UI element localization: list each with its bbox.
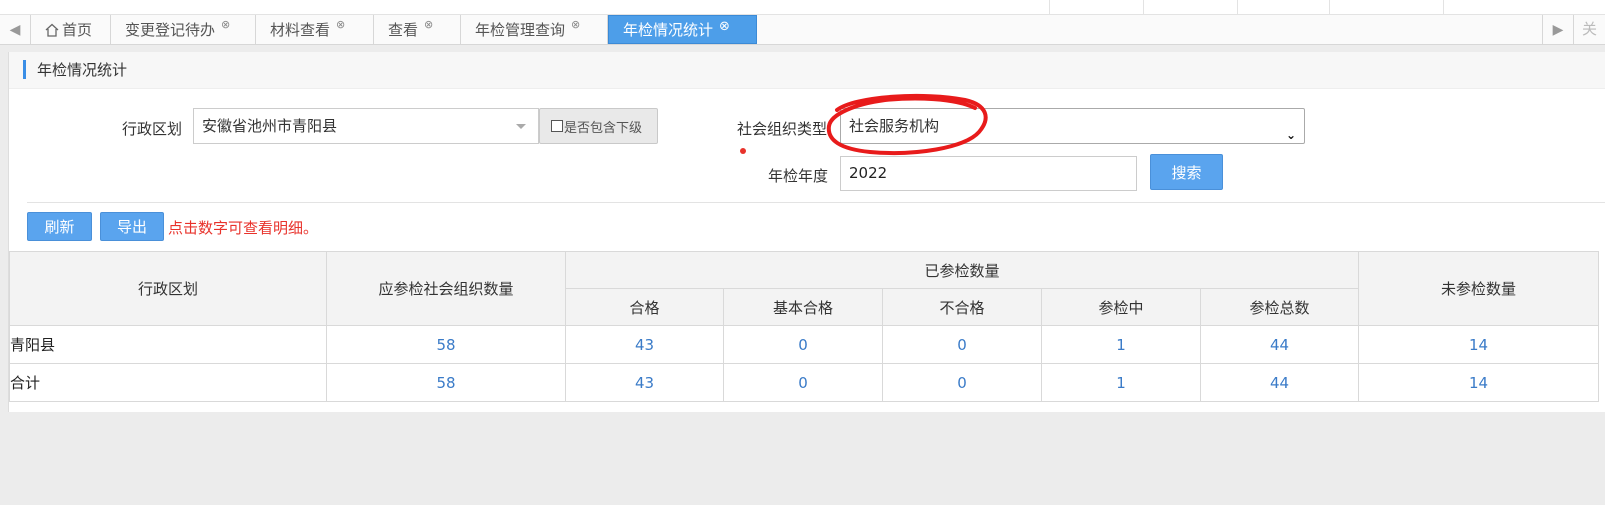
cell-not-inspected[interactable]: 14 xyxy=(1358,363,1599,402)
export-button[interactable]: 导出 xyxy=(100,212,164,241)
top-strip-cell xyxy=(1443,0,1530,14)
cell-basic-pass[interactable]: 0 xyxy=(723,363,883,402)
search-button[interactable]: 搜索 xyxy=(1150,154,1223,190)
cell-total[interactable]: 44 xyxy=(1200,325,1359,364)
tab-view[interactable]: 查看 ⊗ xyxy=(374,15,461,44)
tab-label: 查看 xyxy=(388,21,419,39)
tab-change-registration[interactable]: 变更登记待办 ⊗ xyxy=(111,15,256,44)
cell-in-progress[interactable]: 1 xyxy=(1041,325,1201,364)
table-row: 青阳县 58 43 0 0 1 44 14 xyxy=(9,325,1599,364)
close-icon[interactable]: ⊗ xyxy=(336,18,345,31)
cell-in-progress[interactable]: 1 xyxy=(1041,363,1201,402)
tab-home[interactable]: 首页 xyxy=(31,15,111,44)
row-region: 合计 xyxy=(9,363,327,402)
tab-annual-statistics[interactable]: 年检情况统计 ⊗ xyxy=(608,15,757,44)
checkbox-icon[interactable] xyxy=(551,120,563,132)
region-select-value: 安徽省池州市青阳县 xyxy=(202,117,338,135)
header-basic-pass: 基本合格 xyxy=(723,288,883,326)
top-strip-cell xyxy=(1329,0,1444,14)
close-icon[interactable]: ⊗ xyxy=(424,18,433,31)
detail-hint: 点击数字可查看明细。 xyxy=(168,219,319,237)
title-accent-bar xyxy=(23,60,26,79)
red-circle-annotation xyxy=(826,93,988,156)
close-icon[interactable]: ⊗ xyxy=(221,18,230,31)
top-strip-cell xyxy=(1143,0,1238,14)
include-sub-label: 是否包含下级 xyxy=(564,120,643,136)
cell-should-inspect[interactable]: 58 xyxy=(326,325,566,364)
region-label: 行政区划 xyxy=(122,120,183,138)
header-inspected-group: 已参检数量 xyxy=(565,251,1359,289)
chevron-down-icon xyxy=(516,124,526,129)
cell-total[interactable]: 44 xyxy=(1200,363,1359,402)
region-select[interactable]: 安徽省池州市青阳县 xyxy=(193,108,539,144)
tab-scroll-left-icon[interactable]: ◀ xyxy=(0,15,31,44)
panel-header: 年检情况统计 xyxy=(9,52,1605,89)
cell-fail[interactable]: 0 xyxy=(882,325,1042,364)
close-icon[interactable]: ⊗ xyxy=(719,19,730,34)
tab-scroll-right-icon[interactable]: ▶ xyxy=(1542,15,1573,44)
header-pass: 合格 xyxy=(565,288,724,326)
tab-materials[interactable]: 材料查看 ⊗ xyxy=(256,15,374,44)
row-region: 青阳县 xyxy=(9,325,327,364)
required-marker xyxy=(740,148,746,154)
close-icon[interactable]: ⊗ xyxy=(571,18,580,31)
tab-label: 变更登记待办 xyxy=(125,21,216,39)
tab-label: 首页 xyxy=(62,21,93,39)
header-total: 参检总数 xyxy=(1200,288,1359,326)
cell-pass[interactable]: 43 xyxy=(565,363,724,402)
header-fail: 不合格 xyxy=(882,288,1042,326)
year-label: 年检年度 xyxy=(768,167,829,185)
tab-label: 年检管理查询 xyxy=(475,21,566,39)
cell-not-inspected[interactable]: 14 xyxy=(1358,325,1599,364)
panel-title: 年检情况统计 xyxy=(37,61,128,79)
cell-basic-pass[interactable]: 0 xyxy=(723,325,883,364)
header-in-progress: 参检中 xyxy=(1041,288,1201,326)
top-strip-cell xyxy=(1237,0,1330,14)
tab-label: 年检情况统计 xyxy=(623,21,714,39)
org-type-label: 社会组织类型 xyxy=(737,120,828,138)
header-not-inspected: 未参检数量 xyxy=(1358,251,1599,326)
top-strip xyxy=(0,0,1605,15)
tab-bar: ◀ 首页 变更登记待办 ⊗ 材料查看 ⊗ 查看 ⊗ 年检管理查询 ⊗ 年检情况统… xyxy=(0,15,1605,45)
statistics-table: 行政区划 应参检社会组织数量 已参检数量 未参检数量 合格 基本合格 不合格 参… xyxy=(9,251,1599,402)
cell-should-inspect[interactable]: 58 xyxy=(326,363,566,402)
header-should-inspect: 应参检社会组织数量 xyxy=(326,251,566,326)
cell-fail[interactable]: 0 xyxy=(882,363,1042,402)
close-all-tabs[interactable]: 关 xyxy=(1573,15,1605,44)
cell-pass[interactable]: 43 xyxy=(565,325,724,364)
form-divider xyxy=(27,202,1605,203)
statistics-panel: 年检情况统计 行政区划 安徽省池州市青阳县 是否包含下级 社会组织类型 社会服务… xyxy=(8,52,1605,412)
refresh-button[interactable]: 刷新 xyxy=(27,212,92,241)
top-strip-cell xyxy=(1049,0,1144,14)
header-region: 行政区划 xyxy=(9,251,327,326)
tab-annual-query[interactable]: 年检管理查询 ⊗ xyxy=(461,15,608,44)
home-icon xyxy=(45,23,59,37)
include-sub-checkbox[interactable]: 是否包含下级 xyxy=(539,108,658,144)
chevron-down-icon: ⌄ xyxy=(1285,128,1296,142)
table-row: 合计 58 43 0 0 1 44 14 xyxy=(9,363,1599,402)
tab-label: 材料查看 xyxy=(270,21,331,39)
